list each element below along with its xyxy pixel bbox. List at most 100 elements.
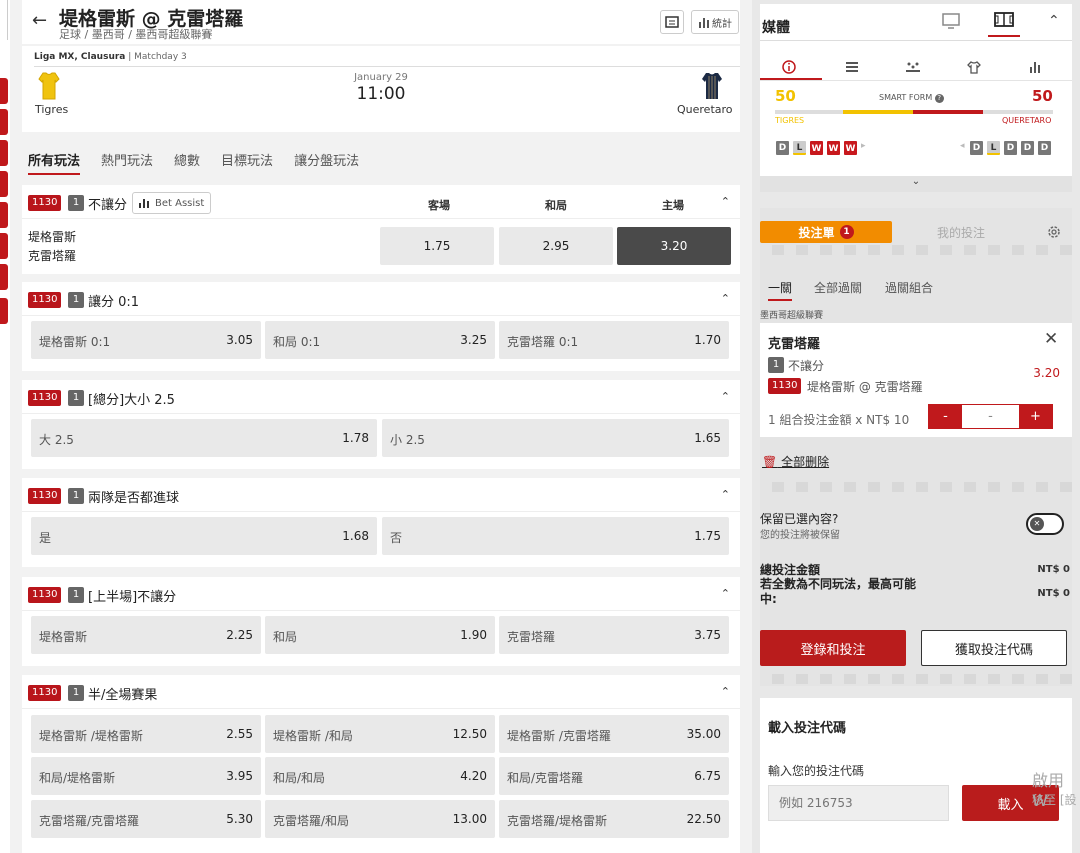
odds-button[interactable]: 堤格雷斯 /和局 12.50: [265, 715, 495, 753]
stake-minus-button[interactable]: -: [929, 405, 962, 428]
breadcrumb[interactable]: 足球 / 墨西哥 / 墨西哥超級聯賽: [59, 26, 212, 42]
market-header[interactable]: 1130 1 不讓分 Bet Assist 客場 和局 主場 ⌃: [22, 185, 740, 219]
odds-button[interactable]: 堤格雷斯 /堤格雷斯 2.55: [31, 715, 261, 753]
monitor-icon[interactable]: [942, 13, 960, 29]
betslip-tab[interactable]: 投注單 1: [760, 221, 892, 243]
odds-button[interactable]: 和局/克雷塔羅 6.75: [499, 757, 729, 795]
help-icon[interactable]: ?: [934, 94, 944, 103]
subtab-parlay[interactable]: 全部過關: [814, 279, 862, 296]
market-number: 1: [68, 587, 84, 603]
gear-icon[interactable]: [1046, 224, 1062, 240]
chevron-up-icon[interactable]: ⌃: [721, 685, 730, 698]
chevron-up-icon[interactable]: ⌃: [721, 587, 730, 600]
left-tab[interactable]: [0, 233, 8, 259]
tab-handicap[interactable]: 讓分盤玩法: [294, 150, 359, 175]
tab-totals[interactable]: 總數: [174, 150, 200, 175]
bet-assist-button[interactable]: Bet Assist: [132, 192, 212, 214]
ticket-edge: [760, 245, 1072, 255]
odds-button[interactable]: 克雷塔羅/和局 13.00: [265, 800, 495, 838]
left-tab[interactable]: [0, 171, 8, 197]
odds-button[interactable]: 和局/堤格雷斯 3.95: [31, 757, 261, 795]
load-code-title: 載入投注代碼: [768, 721, 847, 736]
market-header[interactable]: 1130 1 讓分 0:1 ⌃: [22, 282, 740, 316]
scoreboard-button[interactable]: [660, 10, 684, 34]
odds-button[interactable]: 否 1.75: [382, 517, 729, 555]
odds-button[interactable]: 1.75: [380, 227, 494, 265]
odds-button[interactable]: 大 2.5 1.78: [31, 419, 377, 457]
right-panel: 媒體 ⌃ 50 50 SMART FORM ? TIGRES QUERETARO…: [752, 0, 1080, 853]
odds-button-selected[interactable]: 3.20: [617, 227, 731, 265]
chevron-up-icon[interactable]: ⌃: [1048, 13, 1060, 29]
tab-goals[interactable]: 目標玩法: [221, 150, 273, 175]
market-number: 1: [68, 292, 84, 308]
main-content: ← 堤格雷斯 @ 克雷塔羅 足球 / 墨西哥 / 墨西哥超級聯賽 統計 Liga…: [22, 0, 740, 853]
home-team-name: Tigres: [35, 103, 69, 116]
market-header[interactable]: 1130 1 兩隊是否都進球 ⌃: [22, 478, 740, 512]
close-icon[interactable]: ✕: [1044, 329, 1058, 349]
odds-button[interactable]: 克雷塔羅/克雷塔羅 5.30: [31, 800, 261, 838]
watermark-line2: 移至 [設: [1032, 793, 1077, 807]
away-jersey-icon: [702, 73, 722, 99]
left-tab[interactable]: [0, 264, 8, 290]
odds-button[interactable]: 2.95: [499, 227, 613, 265]
chevron-up-icon[interactable]: ⌃: [721, 488, 730, 501]
odds-button[interactable]: 和局 1.90: [265, 616, 495, 654]
pitch-icon[interactable]: [994, 12, 1014, 28]
shirt-icon[interactable]: [967, 61, 981, 74]
league-info: Liga MX, Clausura | Matchday 3: [34, 52, 187, 62]
left-tab[interactable]: [0, 202, 8, 228]
bar-chart-icon[interactable]: [1029, 61, 1043, 73]
lineup-icon[interactable]: [905, 61, 921, 73]
market-btts: 1130 1 兩隊是否都進球 ⌃ 是 1.68 否 1.75: [22, 478, 740, 567]
keep-toggle[interactable]: ✕: [1026, 513, 1064, 535]
ticket-edge: [760, 482, 1072, 492]
odds-button[interactable]: 和局 0:1 3.25: [265, 321, 495, 359]
keep-title: 保留已選內容?: [760, 512, 839, 526]
active-tab-underline: [988, 35, 1020, 37]
info-icon[interactable]: [782, 60, 796, 74]
left-tab[interactable]: [0, 109, 8, 135]
left-tab[interactable]: [0, 140, 8, 166]
market-number: 1: [68, 488, 84, 504]
subtab-single[interactable]: 一關: [768, 279, 793, 301]
tab-popular[interactable]: 熱門玩法: [101, 150, 153, 175]
market-header[interactable]: 1130 1 [上半場]不讓分 ⌃: [22, 577, 740, 611]
betslip-panel: 投注單 1 我的投注 一關 全部過關 過關組合 墨西哥超級聯賽 克雷塔羅 ✕ 1…: [760, 208, 1072, 686]
left-tab[interactable]: [0, 78, 8, 104]
market-name: [總分]大小 2.5: [88, 393, 175, 408]
list-icon[interactable]: [845, 61, 859, 73]
odds-button[interactable]: 克雷塔羅 3.75: [499, 616, 729, 654]
load-code-input[interactable]: [768, 785, 949, 821]
stake-plus-button[interactable]: +: [1019, 405, 1052, 428]
expand-bar[interactable]: ⌄: [760, 176, 1072, 192]
odds-button[interactable]: 克雷塔羅/堤格雷斯 22.50: [499, 800, 729, 838]
odds-button[interactable]: 堤格雷斯 /克雷塔羅 35.00: [499, 715, 729, 753]
form-chip: L: [793, 141, 806, 155]
odds-button[interactable]: 是 1.68: [31, 517, 377, 555]
subtab-combo[interactable]: 過關組合: [885, 279, 933, 296]
odds-button[interactable]: 和局/和局 4.20: [265, 757, 495, 795]
stake-label: 1 組合投注金額 x NT$ 10: [768, 413, 910, 427]
chevron-up-icon[interactable]: ⌃: [721, 292, 730, 305]
chevron-up-icon[interactable]: ⌃: [721, 195, 730, 208]
my-bets-tab[interactable]: 我的投注: [937, 224, 985, 241]
back-arrow-icon[interactable]: ←: [32, 10, 47, 31]
odds-button[interactable]: 堤格雷斯 2.25: [31, 616, 261, 654]
get-code-button[interactable]: 獲取投注代碼: [921, 630, 1067, 666]
chevron-up-icon[interactable]: ⌃: [721, 390, 730, 403]
remove-all-link[interactable]: 🗑 全部删除: [762, 453, 829, 470]
stake-input[interactable]: -: [962, 405, 1019, 428]
form-bar-away: [913, 110, 983, 114]
odds-button[interactable]: 小 2.5 1.65: [382, 419, 729, 457]
col-home: 主場: [662, 199, 684, 212]
login-bet-button[interactable]: 登錄和投注: [760, 630, 906, 666]
tab-all[interactable]: 所有玩法: [28, 150, 81, 175]
stats-button[interactable]: 統計: [691, 10, 739, 34]
odds-button[interactable]: 堤格雷斯 0:1 3.05: [31, 321, 261, 359]
media-panel: 媒體 ⌃ 50 50 SMART FORM ? TIGRES QUERETARO…: [760, 4, 1072, 192]
left-tab[interactable]: [0, 298, 8, 324]
odds-button[interactable]: 克雷塔羅 0:1 1.70: [499, 321, 729, 359]
market-header[interactable]: 1130 1 半/全場賽果 ⌃: [22, 675, 740, 709]
market-header[interactable]: 1130 1 [總分]大小 2.5 ⌃: [22, 380, 740, 414]
market-name: 兩隊是否都進球: [88, 491, 180, 506]
